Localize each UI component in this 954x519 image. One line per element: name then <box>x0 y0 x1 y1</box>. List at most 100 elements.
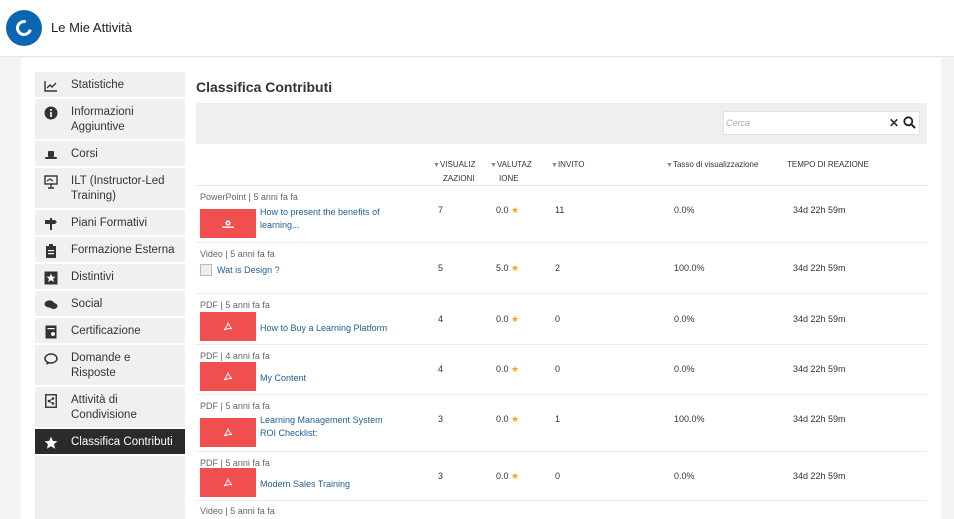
table-row: PDF | 5 anni fa fa Learning Management S… <box>196 396 927 452</box>
sidebar-item-statistiche[interactable]: Statistiche <box>35 72 185 99</box>
star-icon: ★ <box>511 364 520 374</box>
sidebar-item-label: Distintivi <box>71 271 114 283</box>
content-title-link[interactable]: Wat is Design ? <box>217 264 367 277</box>
view-rate-value: 100.0% <box>674 263 705 273</box>
table-row: PowerPoint | 5 anni fa fa How to present… <box>196 187 927 243</box>
views-value: 3 <box>438 414 444 424</box>
rating-value: 0.0 <box>496 314 509 324</box>
col-rating[interactable]: ▼VALUTAZ IONE <box>490 158 532 185</box>
content-title-link[interactable]: How to present the benefits of learning.… <box>260 206 400 232</box>
views-value: 5 <box>438 263 444 273</box>
sidebar-item-label: Attività di Condivisione <box>71 394 137 421</box>
sidebar-item-label: Classifica Contributi <box>71 436 173 448</box>
star-icon <box>43 435 59 451</box>
sidebar-item-label: Formazione Esterna <box>71 244 175 256</box>
col-reaction-time[interactable]: TEMPO DI REAZIONE <box>787 158 869 171</box>
top-bar: Le Mie Attività <box>0 0 954 57</box>
sidebar-item-label: Piani Formativi <box>71 217 148 229</box>
reaction-time-value: 34d 22h 59m <box>793 314 846 324</box>
chat-bubbles-icon <box>43 297 59 313</box>
sidebar-item-formazione-esterna[interactable]: Formazione Esterna <box>35 237 185 264</box>
content-thumbnail[interactable] <box>200 209 256 238</box>
rating-cell: 0.0 ★ <box>496 471 519 482</box>
rating-value: 0.0 <box>496 205 509 215</box>
invite-value: 11 <box>555 205 565 215</box>
table-row: PDF | 5 anni fa fa Modern Sales Training… <box>196 453 927 501</box>
sidebar-item-informazioni[interactable]: Informazioni Aggiuntive <box>35 99 185 141</box>
invite-value: 0 <box>555 364 561 374</box>
view-rate-value: 100.0% <box>674 414 705 424</box>
certificate-icon <box>43 324 59 340</box>
sort-caret-icon: ▼ <box>490 162 497 169</box>
view-rate-value: 0.0% <box>674 364 695 374</box>
content-thumbnail[interactable] <box>200 362 256 391</box>
signpost-icon <box>43 216 59 232</box>
table-row: PDF | 4 anni fa fa My Content 4 0.0 ★ 0 … <box>196 346 927 395</box>
main-content: Classifica Contributi ✕ ▼VISUALIZZAZIONI… <box>196 58 928 519</box>
reaction-time-value: 34d 22h 59m <box>793 205 846 215</box>
rating-cell: 0.0 ★ <box>496 205 519 216</box>
sidebar-item-label: Social <box>71 298 103 310</box>
logo-ring-icon <box>13 17 35 39</box>
star-icon: ★ <box>511 263 520 273</box>
content-thumbnail[interactable] <box>200 312 256 341</box>
sidebar-item-domande-risposte[interactable]: Domande e Risposte <box>35 345 185 387</box>
rating-value: 0.0 <box>496 471 509 481</box>
rating-cell: 0.0 ★ <box>496 314 519 325</box>
content-meta: Video | 5 anni fa fa <box>200 506 275 516</box>
sidebar-item-ilt[interactable]: ILT (Instructor-Led Training) <box>35 168 185 210</box>
clear-icon[interactable]: ✕ <box>889 116 899 130</box>
search-input[interactable] <box>726 115 876 131</box>
app-logo[interactable] <box>6 10 42 46</box>
sidebar-item-classifica-contributi[interactable]: Classifica Contributi <box>35 429 185 456</box>
view-rate-value: 0.0% <box>674 314 695 324</box>
clipboard-icon <box>43 243 59 259</box>
view-rate-value: 0.0% <box>674 205 695 215</box>
pdf-icon <box>200 312 256 341</box>
views-value: 4 <box>438 314 444 324</box>
app-title: Le Mie Attività <box>51 20 132 35</box>
sidebar-item-label: Informazioni Aggiuntive <box>71 106 134 133</box>
presentation-icon <box>43 174 59 190</box>
content-title-link[interactable]: Modern Sales Training <box>260 478 410 491</box>
question-bubble-icon <box>43 351 59 367</box>
view-rate-value: 0.0% <box>674 471 695 481</box>
sidebar-item-certificazione[interactable]: Certificazione <box>35 318 185 345</box>
content-title-link[interactable]: Learning Management System ROI Checklist… <box>260 414 395 440</box>
col-invite[interactable]: ▼INVITO <box>551 158 584 172</box>
search-icon[interactable] <box>903 116 916 129</box>
invite-value: 2 <box>555 263 561 273</box>
sidebar-item-attivita-condivisione[interactable]: Attività di Condivisione <box>35 387 185 429</box>
views-value: 7 <box>438 205 444 215</box>
sidebar-item-label: Certificazione <box>71 325 141 337</box>
views-value: 4 <box>438 364 444 374</box>
sidebar-item-piani-formativi[interactable]: Piani Formativi <box>35 210 185 237</box>
rating-cell: 0.0 ★ <box>496 364 519 375</box>
content-thumbnail[interactable] <box>200 418 256 447</box>
sort-caret-icon: ▼ <box>666 162 673 169</box>
rating-value: 5.0 <box>496 263 509 273</box>
sidebar-item-label: Corsi <box>71 148 98 160</box>
rating-cell: 0.0 ★ <box>496 414 519 425</box>
share-doc-icon <box>43 393 59 409</box>
col-views[interactable]: ▼VISUALIZ ZAZIONI <box>433 158 476 185</box>
sidebar-item-social[interactable]: Social <box>35 291 185 318</box>
star-icon: ★ <box>511 471 520 481</box>
rating-value: 0.0 <box>496 414 509 424</box>
content-meta: PDF | 4 anni fa fa <box>200 351 270 361</box>
content-title-link[interactable]: My Content <box>260 372 410 385</box>
invite-value: 1 <box>555 414 561 424</box>
pdf-icon <box>200 468 256 497</box>
star-icon: ★ <box>511 414 520 424</box>
table-row: PDF | 5 anni fa fa How to Buy a Learning… <box>196 295 927 345</box>
reaction-time-value: 34d 22h 59m <box>793 364 846 374</box>
sidebar-item-corsi[interactable]: Corsi <box>35 141 185 168</box>
sidebar: Statistiche Informazioni Aggiuntive Cors… <box>35 72 185 519</box>
sidebar-item-distintivi[interactable]: Distintivi <box>35 264 185 291</box>
col-view-rate[interactable]: ▼Tasso di visualizzazione <box>666 158 758 172</box>
broken-image-icon[interactable] <box>200 264 212 276</box>
content-title-link[interactable]: How to Buy a Learning Platform <box>260 322 410 335</box>
sort-caret-icon: ▼ <box>551 162 558 169</box>
reaction-time-value: 34d 22h 59m <box>793 414 846 424</box>
content-thumbnail[interactable] <box>200 468 256 497</box>
